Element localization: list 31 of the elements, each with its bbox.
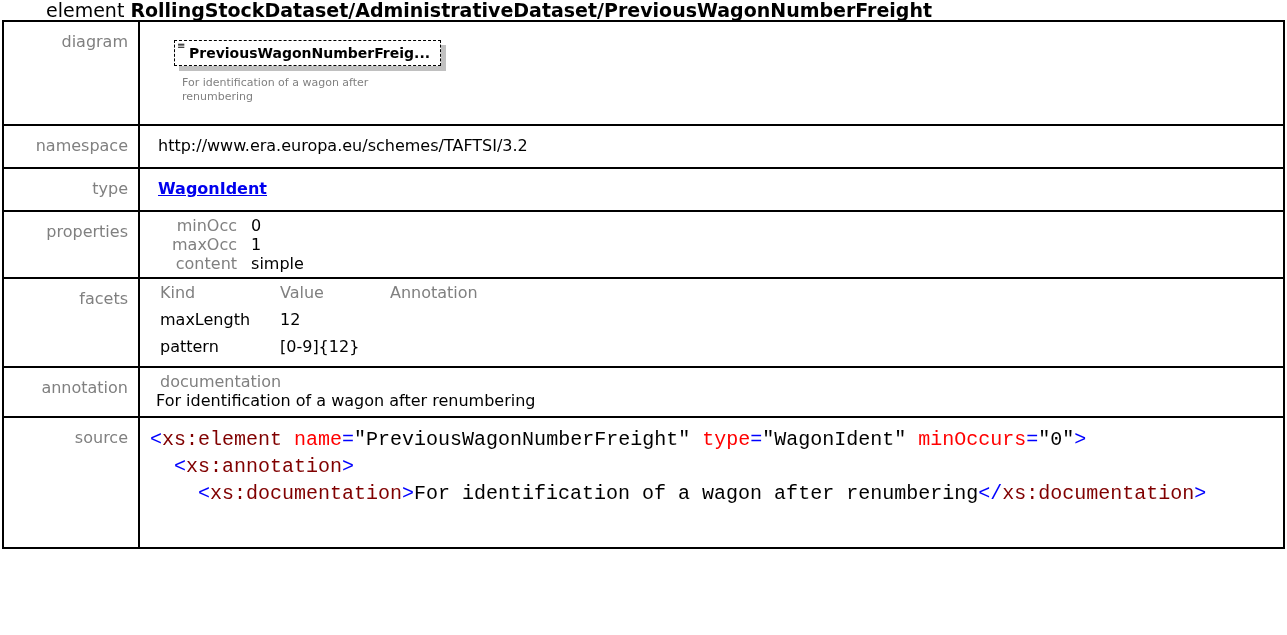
property-value: 1 xyxy=(251,235,263,254)
row-label: properties xyxy=(46,222,128,241)
row-label: diagram xyxy=(61,32,128,51)
row-label: type xyxy=(92,179,128,198)
annotation-text: For identification of a wagon after renumbering xyxy=(156,391,537,410)
row-label: namespace xyxy=(35,136,128,155)
facet-value: 12 xyxy=(280,310,302,329)
property-name: minOcc xyxy=(175,216,238,235)
property-name: content xyxy=(174,254,238,273)
column-header: Value xyxy=(280,283,325,302)
type-link[interactable]: WagonIdent xyxy=(158,179,267,198)
element-name: PreviousWagonNumberFreig... xyxy=(189,45,431,61)
property-name: maxOcc xyxy=(172,235,238,254)
row-label: source xyxy=(74,428,128,447)
element-description: For identification of a wagon after renumbering xyxy=(182,76,370,104)
row-label: facets xyxy=(79,289,128,308)
page-title: element RollingStockDataset/AdministrativeDataset/PreviousWagonNumberFreight xyxy=(46,0,934,20)
facet-value: [0-9]{12} xyxy=(280,337,361,356)
facet-kind: pattern xyxy=(160,337,220,356)
facet-kind: maxLength xyxy=(160,310,252,329)
annotation-heading: documentation xyxy=(159,372,283,391)
column-header: Annotation xyxy=(390,283,478,302)
property-value: 0 xyxy=(251,216,263,235)
row-label: annotation xyxy=(41,378,128,397)
source-line: <xs:documentation>For identification of a wagon after renumbering</xs:documentation> xyxy=(198,481,1208,507)
source-line: <xs:annotation> xyxy=(174,454,356,480)
source-line: <xs:element name="PreviousWagonNumberFreight" type="WagonIdent" minOccurs="0"> xyxy=(150,427,1088,453)
column-header: Kind xyxy=(160,283,197,302)
property-value: simple xyxy=(251,254,304,273)
namespace-value: http://www.era.europa.eu/schemes/TAFTSI/3.2 xyxy=(158,136,528,155)
lines-icon: ≡ xyxy=(177,41,186,51)
